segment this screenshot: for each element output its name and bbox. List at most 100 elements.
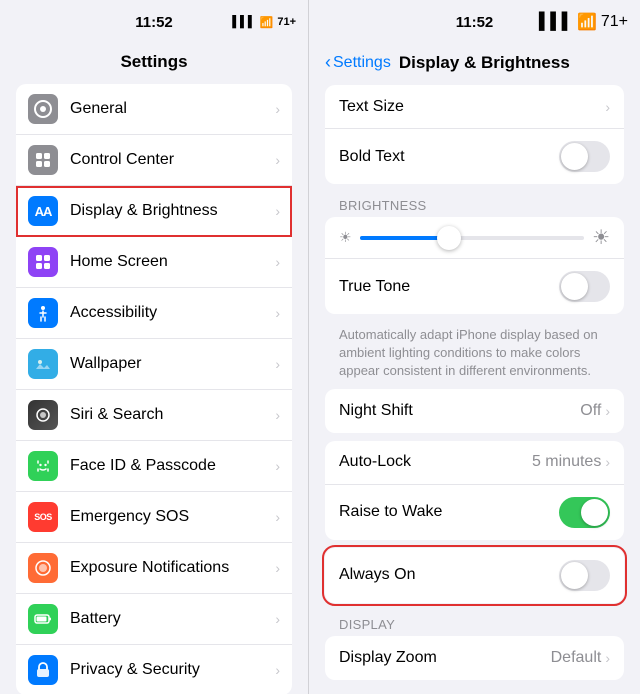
true-tone-toggle[interactable] [559, 271, 610, 302]
left-status-bar: 11:52 ▌▌▌ 📶 71+ [0, 0, 308, 44]
chevron-icon: › [605, 454, 610, 470]
accessibility-icon [28, 298, 58, 328]
sidebar-item-accessibility[interactable]: Accessibility › [16, 288, 292, 339]
back-label: Settings [333, 54, 391, 72]
sidebar-item-general[interactable]: General › [16, 84, 292, 135]
chevron-icon: › [275, 356, 280, 372]
sidebar-item-emergency[interactable]: SOS Emergency SOS › [16, 492, 292, 543]
display-zoom-item[interactable]: Display Zoom Default › [325, 636, 624, 680]
sidebar-item-home[interactable]: Home Screen › [16, 237, 292, 288]
sidebar-item-control-center[interactable]: Control Center › [16, 135, 292, 186]
true-tone-label: True Tone [339, 278, 559, 296]
right-signal-icon: ▌▌▌ [539, 13, 573, 31]
back-chevron-icon: ‹ [325, 52, 331, 73]
display-section-header: DISPLAY [309, 611, 640, 636]
sidebar-item-battery[interactable]: Battery › [16, 594, 292, 645]
signal-icon: ▌▌▌ [232, 16, 255, 28]
display-icon: AA [28, 196, 58, 226]
chevron-icon: › [275, 407, 280, 423]
brightness-thumb[interactable] [437, 226, 461, 250]
night-shift-item[interactable]: Night Shift Off › [325, 389, 624, 433]
display-zoom-group: Display Zoom Default › [325, 636, 624, 680]
sidebar-item-control-label: Control Center [70, 151, 271, 169]
right-header: ‹ Settings Display & Brightness [309, 44, 640, 85]
chevron-icon: › [605, 99, 610, 115]
brightness-slider[interactable] [360, 236, 585, 240]
night-shift-label: Night Shift [339, 402, 580, 420]
raise-to-wake-toggle[interactable] [559, 497, 610, 528]
chevron-icon: › [275, 254, 280, 270]
always-on-item: Always On [325, 548, 624, 603]
sidebar-item-general-label: General [70, 100, 271, 118]
chevron-icon: › [275, 203, 280, 219]
right-title: Display & Brightness [399, 53, 570, 73]
chevron-icon: › [275, 509, 280, 525]
left-time: 11:52 [135, 14, 173, 31]
always-on-group: Always On [325, 548, 624, 603]
auto-lock-value: 5 minutes [532, 453, 601, 471]
chevron-icon: › [275, 152, 280, 168]
always-on-toggle[interactable] [559, 560, 610, 591]
right-wifi-icon: 📶 [577, 12, 597, 32]
chevron-icon: › [275, 458, 280, 474]
chevron-icon: › [275, 611, 280, 627]
chevron-icon: › [275, 560, 280, 576]
sidebar-item-exposure-label: Exposure Notifications [70, 559, 271, 577]
bold-text-label: Bold Text [339, 148, 559, 166]
faceid-icon [28, 451, 58, 481]
sun-large-icon: ☀ [592, 225, 610, 250]
right-content: Text Size › Bold Text BRIGHTNESS ☀ ☀ [309, 85, 640, 694]
sidebar-item-privacy[interactable]: Privacy & Security › [16, 645, 292, 694]
chevron-icon: › [275, 305, 280, 321]
bold-text-toggle[interactable] [559, 141, 610, 172]
display-zoom-footer: Choose a view for iPhone. Larger Text sh… [309, 688, 640, 694]
sidebar-item-faceid[interactable]: Face ID & Passcode › [16, 441, 292, 492]
display-zoom-value: Default [551, 649, 602, 667]
text-size-label: Text Size [339, 98, 605, 116]
sidebar-item-faceid-label: Face ID & Passcode [70, 457, 271, 475]
sun-small-icon: ☀ [339, 229, 352, 246]
true-tone-footer: Automatically adapt iPhone display based… [309, 322, 640, 389]
toggle-thumb [561, 562, 588, 589]
right-panel: 11:52 ▌▌▌ 📶 71+ ‹ Settings Display & Bri… [308, 0, 640, 694]
text-size-item[interactable]: Text Size › [325, 85, 624, 129]
right-status-bar: 11:52 ▌▌▌ 📶 71+ [309, 0, 640, 44]
auto-lock-item[interactable]: Auto-Lock 5 minutes › [325, 441, 624, 485]
brightness-row[interactable]: ☀ ☀ [325, 217, 624, 259]
sidebar-item-home-label: Home Screen [70, 253, 271, 271]
emergency-icon: SOS [28, 502, 58, 532]
sidebar-item-privacy-label: Privacy & Security [70, 661, 271, 679]
night-shift-group: Night Shift Off › [325, 389, 624, 433]
chevron-icon: › [275, 662, 280, 678]
sidebar-item-siri[interactable]: Siri & Search › [16, 390, 292, 441]
general-icon [28, 94, 58, 124]
sidebar-item-display[interactable]: AA Display & Brightness › [16, 186, 292, 237]
control-center-icon [28, 145, 58, 175]
wallpaper-icon [28, 349, 58, 379]
night-shift-value: Off [580, 402, 601, 420]
brightness-group: ☀ ☀ True Tone [325, 217, 624, 314]
exposure-icon [28, 553, 58, 583]
auto-lock-label: Auto-Lock [339, 453, 532, 471]
sidebar-item-exposure[interactable]: Exposure Notifications › [16, 543, 292, 594]
left-status-icons: ▌▌▌ 📶 71+ [232, 16, 296, 29]
battery-icon: 71+ [277, 16, 296, 28]
settings-group-main: General › Control Center › AA [16, 84, 292, 694]
right-status-icons: ▌▌▌ 📶 71+ [539, 12, 628, 32]
toggle-thumb [561, 273, 588, 300]
right-battery-icon: 71+ [601, 13, 628, 31]
true-tone-item: True Tone [325, 259, 624, 314]
chevron-icon: › [275, 101, 280, 117]
siri-icon [28, 400, 58, 430]
chevron-icon: › [605, 650, 610, 666]
sidebar-item-emergency-label: Emergency SOS [70, 508, 271, 526]
raise-to-wake-label: Raise to Wake [339, 503, 559, 521]
toggle-thumb [561, 143, 588, 170]
back-button[interactable]: ‹ Settings [325, 52, 391, 73]
home-icon [28, 247, 58, 277]
sidebar-item-display-label: Display & Brightness [70, 202, 271, 220]
settings-list: General › Control Center › AA [0, 84, 308, 694]
sidebar-item-wallpaper[interactable]: Wallpaper › [16, 339, 292, 390]
right-time: 11:52 [456, 14, 494, 31]
sidebar-item-siri-label: Siri & Search [70, 406, 271, 424]
